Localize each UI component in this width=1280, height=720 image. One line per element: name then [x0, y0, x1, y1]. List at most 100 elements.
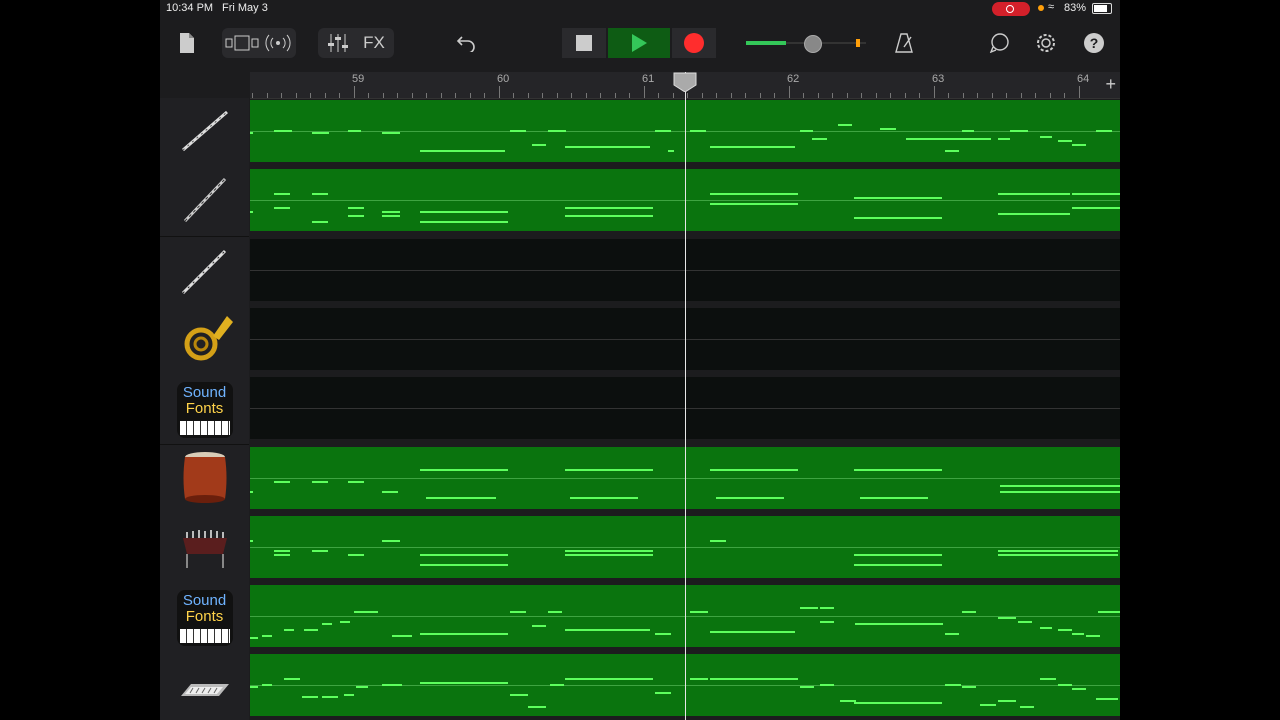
- loop-browser-button[interactable]: [988, 28, 1012, 58]
- track-header[interactable]: [160, 236, 249, 307]
- undo-button[interactable]: [454, 28, 478, 58]
- midi-note: [565, 215, 653, 218]
- taiko-drum-icon: [180, 449, 230, 510]
- fx-button[interactable]: FX: [363, 33, 385, 53]
- midi-note: [565, 468, 653, 471]
- midi-note: [1040, 136, 1052, 138]
- tracks-view-icon[interactable]: [225, 34, 259, 52]
- midi-note: [1072, 207, 1120, 210]
- stop-icon: [576, 35, 592, 51]
- midi-note: [250, 132, 253, 134]
- midi-note: [382, 490, 398, 493]
- stop-button[interactable]: [562, 28, 606, 58]
- battery-percentage: 83%: [1064, 2, 1087, 14]
- track-synth[interactable]: [160, 652, 1120, 720]
- document-button[interactable]: [174, 28, 200, 58]
- level-meter: [856, 39, 860, 47]
- track-soundfonts-piano[interactable]: Sound Fonts: [160, 375, 1120, 446]
- track-header[interactable]: [160, 305, 249, 376]
- track-header[interactable]: [160, 167, 249, 238]
- track-header[interactable]: [160, 444, 249, 515]
- ruler-tick: [498, 86, 500, 98]
- midi-note: [690, 678, 708, 681]
- metronome-button[interactable]: [892, 28, 916, 58]
- help-button[interactable]: ?: [1082, 28, 1106, 58]
- midi-note: [565, 146, 650, 148]
- midi-note: [945, 684, 961, 687]
- midi-note: [348, 130, 361, 132]
- playhead-handle[interactable]: [673, 72, 697, 92]
- midi-note: [348, 215, 364, 218]
- midi-note: [420, 221, 508, 224]
- midi-note: [854, 217, 942, 220]
- track-header[interactable]: Sound Fonts: [160, 583, 249, 654]
- broadcast-icon[interactable]: [263, 34, 293, 52]
- midi-note: [655, 130, 671, 132]
- track-oboe[interactable]: [160, 167, 1120, 238]
- midi-note: [532, 625, 546, 628]
- midi-note: [854, 563, 942, 566]
- track-header[interactable]: [160, 98, 249, 168]
- loop-icon: [989, 33, 1009, 53]
- soundfonts-label-1: Sound: [182, 383, 227, 401]
- midi-note: [382, 684, 402, 687]
- track-header[interactable]: [160, 652, 249, 720]
- midi-note: [312, 549, 328, 552]
- midi-note: [1000, 484, 1120, 487]
- midi-note: [854, 553, 942, 556]
- midi-note: [510, 130, 526, 132]
- mixer-icon[interactable]: [327, 33, 349, 53]
- bassoon-icon: [177, 102, 233, 163]
- midi-note: [998, 617, 1016, 620]
- view-mode-group: [222, 28, 296, 58]
- track-taiko-drum[interactable]: [160, 444, 1120, 515]
- record-button[interactable]: [672, 28, 716, 58]
- midi-note: [420, 553, 508, 556]
- midi-note: [382, 132, 400, 134]
- clarinet-icon: [177, 241, 233, 302]
- midi-note: [800, 686, 814, 689]
- track-soundfonts-strings[interactable]: Sound Fonts: [160, 583, 1120, 654]
- midi-note: [998, 138, 1010, 140]
- ruler-tick: [933, 86, 935, 98]
- midi-note: [250, 637, 258, 640]
- synth-icon: [177, 656, 233, 717]
- master-volume-slider[interactable]: [744, 28, 872, 58]
- midi-note: [420, 633, 508, 636]
- track-clarinet[interactable]: [160, 236, 1120, 307]
- screen-recording-icon: [992, 2, 1030, 16]
- bar-number: 60: [497, 73, 510, 85]
- oboe-icon: [177, 171, 233, 232]
- midi-note: [880, 128, 896, 130]
- ruler-tick: [353, 86, 355, 98]
- midi-note: [855, 623, 943, 626]
- add-section-button[interactable]: +: [1105, 74, 1116, 95]
- midi-note: [1072, 193, 1120, 196]
- bar-number: 62: [787, 73, 800, 85]
- gear-icon: [1037, 34, 1055, 52]
- battery-icon: [1092, 3, 1112, 14]
- track-header[interactable]: Sound Fonts: [160, 375, 249, 446]
- metronome-icon: [895, 33, 913, 53]
- document-icon: [180, 33, 194, 53]
- midi-note: [945, 150, 959, 152]
- volume-knob[interactable]: [804, 35, 822, 53]
- midi-note: [854, 197, 942, 200]
- mic-indicator-icon: [1038, 5, 1044, 11]
- midi-note: [354, 611, 378, 614]
- midi-note: [1072, 688, 1086, 691]
- track-header[interactable]: [160, 513, 249, 584]
- midi-note: [340, 621, 350, 624]
- play-button[interactable]: [608, 28, 670, 58]
- track-french-horn[interactable]: [160, 305, 1120, 376]
- midi-note: [710, 203, 798, 206]
- settings-button[interactable]: [1034, 28, 1058, 58]
- midi-note: [304, 629, 318, 632]
- track-vibraphone[interactable]: [160, 513, 1120, 584]
- midi-note: [1098, 611, 1120, 614]
- midi-note: [1096, 698, 1118, 701]
- midi-note: [262, 684, 272, 687]
- track-bassoon[interactable]: [160, 98, 1120, 168]
- record-icon: [684, 33, 704, 53]
- midi-note: [820, 607, 834, 610]
